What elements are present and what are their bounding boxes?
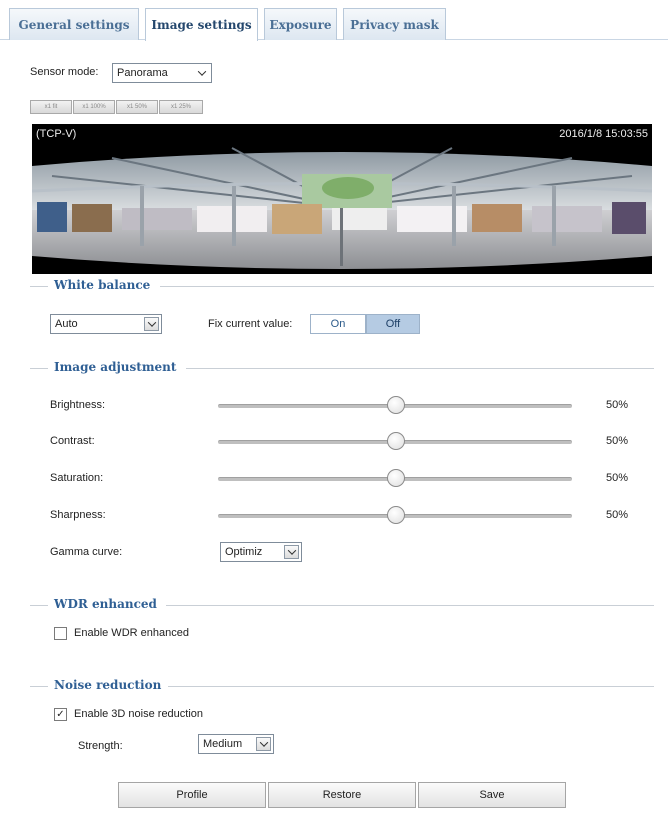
divider bbox=[30, 368, 48, 369]
noise-reduction-checkbox[interactable]: ✓ bbox=[54, 708, 67, 721]
divider bbox=[168, 686, 654, 687]
divider bbox=[160, 286, 654, 287]
brightness-slider-handle[interactable] bbox=[387, 396, 405, 414]
restore-button[interactable]: Restore bbox=[268, 782, 416, 808]
saturation-value: 50% bbox=[606, 472, 629, 484]
sharpness-label: Sharpness: bbox=[50, 509, 106, 521]
live-view[interactable]: (TCP-V) 2016/1/8 15:03:55 bbox=[32, 124, 652, 274]
chevron-down-icon bbox=[284, 545, 299, 559]
zoom-fit-button[interactable]: x1 fit bbox=[30, 100, 72, 114]
fix-off-button[interactable]: Off bbox=[366, 314, 420, 334]
chevron-down-icon bbox=[256, 737, 271, 751]
image-adjustment-title: Image adjustment bbox=[54, 360, 177, 374]
brightness-value: 50% bbox=[606, 399, 629, 411]
fix-on-button[interactable]: On bbox=[310, 314, 366, 334]
panorama-camera-image bbox=[32, 146, 652, 274]
zoom-100-button[interactable]: x1 100% bbox=[73, 100, 115, 114]
divider bbox=[30, 605, 48, 606]
wdr-enhanced-checkbox[interactable] bbox=[54, 627, 67, 640]
gamma-curve-label: Gamma curve: bbox=[50, 546, 123, 558]
strength-value: Medium bbox=[203, 738, 243, 750]
wdr-enhanced-title: WDR enhanced bbox=[54, 597, 157, 611]
gamma-curve-select[interactable]: Optimiz bbox=[220, 542, 302, 562]
sensor-mode-label: Sensor mode: bbox=[30, 66, 99, 78]
contrast-value: 50% bbox=[606, 435, 629, 447]
profile-button[interactable]: Profile bbox=[118, 782, 266, 808]
live-view-info-bar: (TCP-V) 2016/1/8 15:03:55 bbox=[32, 124, 652, 146]
saturation-slider-handle[interactable] bbox=[387, 469, 405, 487]
strength-select[interactable]: Medium bbox=[198, 734, 274, 754]
saturation-label: Saturation: bbox=[50, 472, 104, 484]
sharpness-value: 50% bbox=[606, 509, 629, 521]
checkmark-icon: ✓ bbox=[56, 708, 65, 720]
contrast-label: Contrast: bbox=[50, 435, 95, 447]
divider bbox=[30, 286, 48, 287]
white-balance-title: White balance bbox=[54, 278, 151, 292]
sharpness-slider-handle[interactable] bbox=[387, 506, 405, 524]
strength-label: Strength: bbox=[78, 740, 123, 752]
save-button[interactable]: Save bbox=[418, 782, 566, 808]
fix-current-value-label: Fix current value: bbox=[208, 318, 293, 330]
chevron-down-icon bbox=[194, 66, 209, 80]
divider bbox=[186, 368, 654, 369]
sensor-mode-select[interactable]: Panorama bbox=[112, 63, 212, 83]
contrast-slider-handle[interactable] bbox=[387, 432, 405, 450]
stream-protocol: (TCP-V) bbox=[36, 128, 77, 140]
wdr-enhanced-label: Enable WDR enhanced bbox=[74, 627, 189, 639]
zoom-25-button[interactable]: x1 25% bbox=[159, 100, 203, 114]
tab-general-settings[interactable]: General settings bbox=[9, 8, 139, 40]
tab-privacy-mask[interactable]: Privacy mask bbox=[343, 8, 446, 40]
white-balance-select[interactable]: Auto bbox=[50, 314, 162, 334]
tab-exposure[interactable]: Exposure bbox=[264, 8, 337, 40]
divider bbox=[166, 605, 654, 606]
sensor-mode-value: Panorama bbox=[117, 67, 168, 79]
noise-reduction-label: Enable 3D noise reduction bbox=[74, 708, 204, 720]
gamma-curve-value: Optimiz bbox=[225, 546, 263, 558]
white-balance-value: Auto bbox=[55, 318, 78, 330]
noise-reduction-title: Noise reduction bbox=[54, 678, 162, 692]
tab-image-settings[interactable]: Image settings bbox=[145, 8, 258, 41]
live-timestamp: 2016/1/8 15:03:55 bbox=[559, 128, 648, 140]
brightness-label: Brightness: bbox=[50, 399, 106, 411]
tab-bar: General settings Image settings Exposure… bbox=[0, 0, 668, 41]
divider bbox=[30, 686, 48, 687]
chevron-down-icon bbox=[144, 317, 159, 331]
zoom-50-button[interactable]: x1 50% bbox=[116, 100, 158, 114]
